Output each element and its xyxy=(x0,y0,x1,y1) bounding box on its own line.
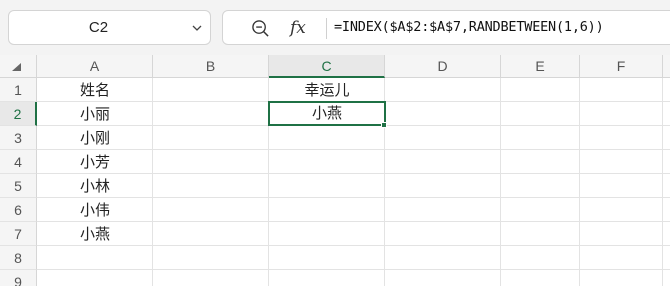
chevron-down-icon[interactable] xyxy=(192,24,202,32)
cell-a7[interactable]: 小燕 xyxy=(37,222,153,246)
select-all-triangle-icon xyxy=(12,63,21,71)
fill-handle[interactable] xyxy=(381,122,387,128)
formula-bar: fx =INDEX($A$2:$A$7,RANDBETWEEN(1,6)) xyxy=(222,10,670,45)
gridline xyxy=(37,269,670,270)
row-header-6[interactable]: 6 xyxy=(0,198,37,222)
zoom-magnifier-icon[interactable] xyxy=(251,19,270,38)
cell-c1[interactable]: 幸运儿 xyxy=(269,78,385,102)
cell-a1[interactable]: 姓名 xyxy=(37,78,153,102)
column-header-c[interactable]: C xyxy=(269,55,385,78)
row-header-2[interactable]: 2 xyxy=(0,102,37,126)
column-header-f[interactable]: F xyxy=(580,55,663,78)
column-header-next[interactable] xyxy=(663,55,670,78)
row-header-8[interactable]: 8 xyxy=(0,246,37,270)
row-header-9[interactable]: 9 xyxy=(0,270,37,286)
cell-a6[interactable]: 小伟 xyxy=(37,198,153,222)
gridline xyxy=(500,78,501,286)
select-all-corner[interactable] xyxy=(0,55,37,78)
fx-icon[interactable]: fx xyxy=(290,15,306,41)
column-header-d[interactable]: D xyxy=(385,55,501,78)
row-header-7[interactable]: 7 xyxy=(0,222,37,246)
column-header-a[interactable]: A xyxy=(37,55,153,78)
name-box-value: C2 xyxy=(88,19,109,36)
cell-a3[interactable]: 小刚 xyxy=(37,126,153,150)
cell-c2-selected[interactable]: 小燕 xyxy=(268,101,386,126)
row-header-4[interactable]: 4 xyxy=(0,150,37,174)
gridline xyxy=(579,78,580,286)
column-header-e[interactable]: E xyxy=(501,55,580,78)
row-header-5[interactable]: 5 xyxy=(0,174,37,198)
cell-a4[interactable]: 小芳 xyxy=(37,150,153,174)
spreadsheet-grid: A B C D E F 1 2 3 4 5 6 7 8 9 姓名 小丽 小刚 小… xyxy=(0,55,670,286)
cell-a2[interactable]: 小丽 xyxy=(37,102,153,126)
gridline xyxy=(662,78,663,286)
column-header-b[interactable]: B xyxy=(153,55,269,78)
formula-divider xyxy=(326,18,327,39)
name-box[interactable]: C2 xyxy=(8,10,211,45)
row-header-1[interactable]: 1 xyxy=(0,78,37,102)
formula-input[interactable]: =INDEX($A$2:$A$7,RANDBETWEEN(1,6)) xyxy=(334,11,604,44)
cell-a5[interactable]: 小林 xyxy=(37,174,153,198)
row-header-3[interactable]: 3 xyxy=(0,126,37,150)
